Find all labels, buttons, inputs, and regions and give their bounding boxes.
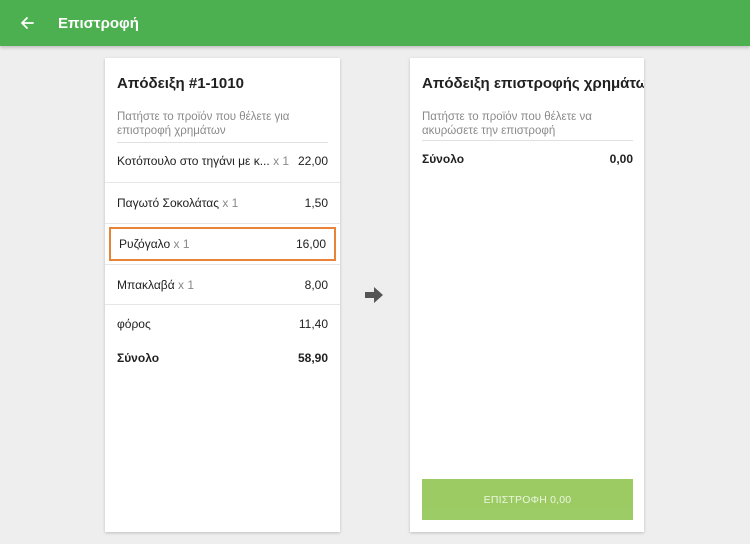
divider bbox=[105, 223, 340, 224]
item-name-wrap: Μπακλαβά x 1 bbox=[117, 278, 194, 292]
receipt-panel: Απόδειξη #1-1010 Πατήστε το προϊόν που θ… bbox=[105, 58, 340, 532]
refund-total-row: Σύνολο 0,00 bbox=[422, 152, 633, 166]
item-name-wrap: Παγωτό Σοκολάτας x 1 bbox=[117, 196, 238, 210]
total-value: 58,90 bbox=[297, 351, 328, 365]
receipt-hint: Πατήστε το προϊόν που θέλετε για επιστρο… bbox=[117, 111, 290, 137]
page-title: Επιστροφή bbox=[58, 14, 139, 32]
item-name: Παγωτό Σοκολάτας bbox=[117, 196, 219, 210]
arrow-left-icon bbox=[21, 17, 34, 29]
refund-hint: Πατήστε το προϊόν που θέλετε να ακυρώσετ… bbox=[422, 111, 592, 137]
item-name: Μπακλαβά bbox=[117, 278, 175, 292]
receipt-title: Απόδειξη #1-1010 bbox=[117, 75, 244, 92]
receipt-item[interactable]: Παγωτό Σοκολάτας x 1 1,50 bbox=[105, 183, 340, 223]
back-button[interactable] bbox=[17, 13, 37, 33]
receipt-item-selected[interactable]: Ρυζόγαλο x 1 16,00 bbox=[109, 227, 336, 261]
total-row: Σύνολο 58,90 bbox=[105, 338, 340, 378]
app-bar: Επιστροφή bbox=[0, 0, 750, 46]
divider bbox=[422, 140, 633, 141]
item-name-wrap: Ρυζόγαλο x 1 bbox=[119, 237, 190, 251]
refund-panel: Απόδειξη επιστροφής χρημάτων Πατήστε το … bbox=[410, 58, 644, 532]
item-qty: x 1 bbox=[173, 237, 190, 251]
item-name: Ρυζόγαλο bbox=[119, 237, 171, 251]
item-name: Κοτόπουλο στο τηγάνι με κ... bbox=[117, 154, 270, 168]
refund-button[interactable]: ΕΠΙΣΤΡΟΦΗ 0,00 bbox=[422, 479, 633, 520]
item-price: 16,00 bbox=[295, 237, 326, 251]
item-qty: x 1 bbox=[273, 154, 290, 168]
item-name-wrap: Κοτόπουλο στο τηγάνι με κ... x 1 bbox=[117, 154, 289, 168]
refund-title: Απόδειξη επιστροφής χρημάτων bbox=[422, 75, 644, 92]
refund-total-value: 0,00 bbox=[609, 152, 633, 166]
arrow-right-icon bbox=[365, 287, 383, 303]
refund-total-label: Σύνολο bbox=[422, 152, 465, 166]
item-qty: x 1 bbox=[222, 196, 239, 210]
item-price: 1,50 bbox=[304, 196, 328, 210]
item-price: 22,00 bbox=[297, 154, 328, 168]
tax-value: 11,40 bbox=[298, 317, 328, 331]
receipt-item[interactable]: Μπακλαβά x 1 8,00 bbox=[105, 265, 340, 305]
tax-label: φόρος bbox=[117, 317, 151, 331]
item-price: 8,00 bbox=[304, 278, 328, 292]
total-label: Σύνολο bbox=[117, 351, 160, 365]
item-qty: x 1 bbox=[177, 278, 194, 292]
receipt-item[interactable]: Κοτόπουλο στο τηγάνι με κ... x 1 22,00 bbox=[105, 141, 340, 181]
